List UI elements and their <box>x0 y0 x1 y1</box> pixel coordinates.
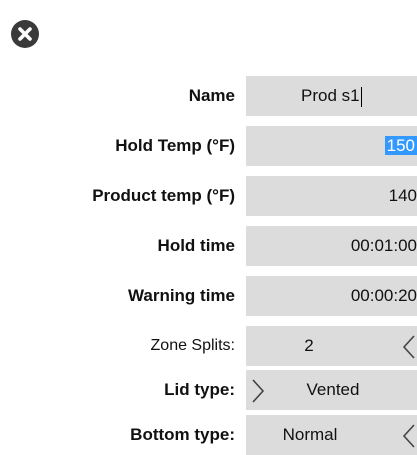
name-value: Prod s1 <box>301 86 360 105</box>
name-input[interactable]: Prod s1 <box>246 76 417 116</box>
hold-temp-label: Hold Temp (°F) <box>115 136 235 155</box>
bottom-type-label: Bottom type: <box>130 425 235 444</box>
warning-time-row: Warning time 00:00:20 <box>0 276 417 316</box>
product-temp-label: Product temp (°F) <box>92 186 235 205</box>
name-value-wrap: Prod s1 <box>301 76 362 116</box>
name-label: Name <box>188 86 235 105</box>
warning-time-input[interactable]: 00:00:20 <box>246 276 417 316</box>
product-temp-input[interactable]: 140 <box>246 176 417 216</box>
hold-temp-row: Hold Temp (°F) 150 <box>0 126 417 166</box>
bottom-type-row: Bottom type: Normal <box>0 415 417 455</box>
bottom-type-selector[interactable]: Normal <box>246 415 417 455</box>
hold-temp-value: 150 <box>384 136 417 155</box>
product-temp-value: 140 <box>388 186 417 205</box>
name-row: Name Prod s1 <box>0 76 417 116</box>
hold-time-input[interactable]: 00:01:00 <box>246 226 417 266</box>
hold-temp-input[interactable]: 150 <box>246 126 417 166</box>
lid-type-value: Vented <box>306 380 360 399</box>
hold-time-row: Hold time 00:01:00 <box>0 226 417 266</box>
close-button[interactable] <box>11 20 39 48</box>
bottom-type-value: Normal <box>282 425 338 444</box>
lid-type-label: Lid type: <box>164 380 235 399</box>
product-temp-row: Product temp (°F) 140 <box>0 176 417 216</box>
chevron-left-icon[interactable] <box>401 423 417 449</box>
text-cursor <box>360 86 362 107</box>
warning-time-value: 00:00:20 <box>350 286 417 305</box>
hold-temp-value-wrap: 150 <box>384 126 417 166</box>
lid-type-row: Lid type: Vented <box>0 370 417 410</box>
chevron-left-icon[interactable] <box>401 334 417 360</box>
zone-splits-value: 2 <box>304 336 314 355</box>
zone-splits-label: Zone Splits: <box>150 337 235 354</box>
lid-type-selector[interactable]: Vented <box>246 370 417 410</box>
zone-splits-selector[interactable]: 2 <box>246 326 417 366</box>
close-icon <box>18 27 32 41</box>
hold-time-label: Hold time <box>157 236 235 255</box>
warning-time-label: Warning time <box>127 286 235 305</box>
hold-time-value: 00:01:00 <box>350 236 417 255</box>
zone-splits-row: Zone Splits: 2 <box>0 326 417 366</box>
